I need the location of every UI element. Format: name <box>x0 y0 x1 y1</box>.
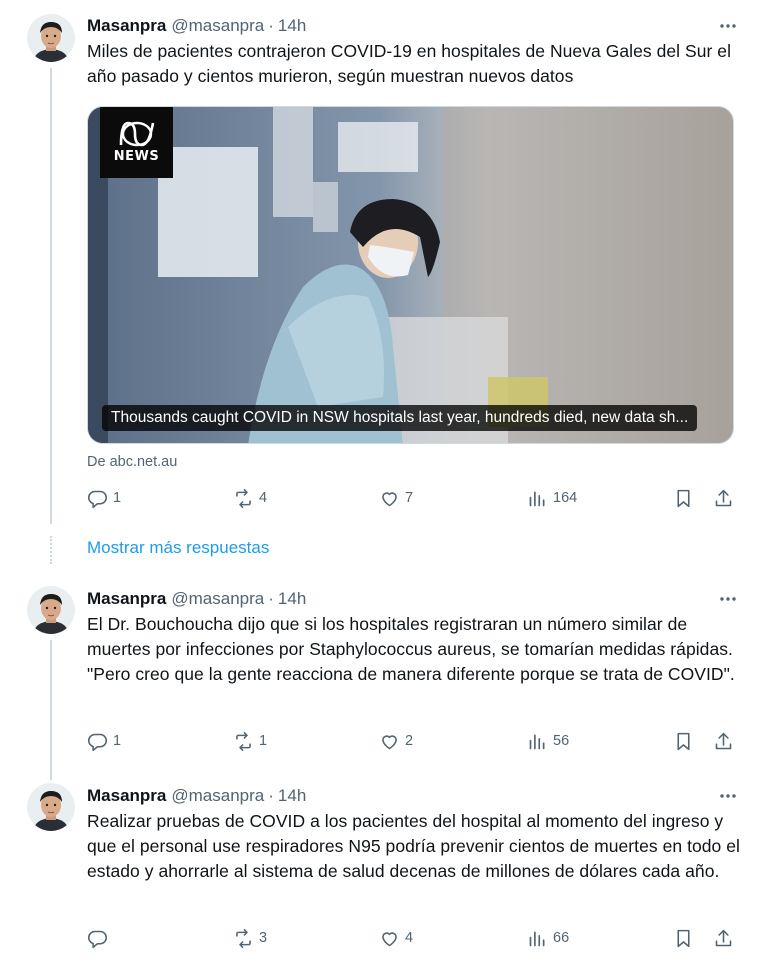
like-count: 4 <box>405 930 414 946</box>
tweet-actions: 1 4 7 164 <box>87 486 734 510</box>
repost-icon <box>236 928 251 948</box>
views-button[interactable]: 66 <box>527 926 569 950</box>
like-button[interactable]: 2 <box>379 729 413 753</box>
tweet-actions: 1 1 2 56 <box>87 729 734 753</box>
like-icon <box>382 491 397 506</box>
thread-dotted-line <box>50 536 52 564</box>
reply-icon <box>87 733 108 751</box>
repost-icon <box>236 488 251 508</box>
views-icon <box>529 931 545 946</box>
share-button[interactable] <box>713 926 734 950</box>
tweet-actions: 3 4 66 <box>87 926 734 950</box>
author-handle[interactable]: @masanpra <box>171 589 264 609</box>
bookmark-icon <box>677 929 690 947</box>
share-button[interactable] <box>713 486 734 510</box>
show-more-replies-link[interactable]: Mostrar más respuestas <box>87 538 269 558</box>
separator-dot: · <box>268 16 274 35</box>
like-count: 2 <box>405 733 414 749</box>
repost-icon <box>236 731 251 751</box>
bookmark-icon <box>677 732 690 750</box>
repost-button[interactable]: 3 <box>233 926 267 950</box>
timestamp[interactable]: 14h <box>278 786 306 806</box>
reply-button[interactable]: 1 <box>87 486 121 510</box>
card-source[interactable]: De abc.net.au <box>87 454 177 470</box>
tweet-text: Miles de pacientes contrajeron COVID-19 … <box>87 41 732 86</box>
repost-count: 4 <box>259 490 268 506</box>
share-button[interactable] <box>713 729 734 753</box>
author-handle[interactable]: @masanpra <box>171 16 264 36</box>
separator-dot: · <box>268 786 274 805</box>
avatar[interactable] <box>27 586 75 634</box>
like-button[interactable]: 7 <box>379 486 413 510</box>
author-name[interactable]: Masanpra <box>87 16 166 36</box>
author-name[interactable]: Masanpra <box>87 589 166 609</box>
repost-button[interactable]: 4 <box>233 486 267 510</box>
avatar[interactable] <box>27 783 75 831</box>
views-count: 56 <box>553 733 570 749</box>
tweet[interactable]: Masanpra @masanpra · 14h Miles de pacien… <box>0 0 764 530</box>
more-icon[interactable] <box>716 587 740 611</box>
views-icon <box>529 734 545 749</box>
like-icon <box>382 734 397 749</box>
more-icon[interactable] <box>716 784 740 808</box>
repost-count: 1 <box>259 733 268 749</box>
repost-button[interactable]: 1 <box>233 729 267 753</box>
abc-logo-text: NEWS <box>113 149 160 164</box>
views-count: 66 <box>553 930 570 946</box>
author-name[interactable]: Masanpra <box>87 786 166 806</box>
reply-count: 1 <box>113 490 122 506</box>
reply-button[interactable] <box>87 926 113 950</box>
views-button[interactable]: 164 <box>527 486 577 510</box>
more-icon[interactable] <box>716 14 740 38</box>
share-icon <box>715 489 732 506</box>
separator-dot: · <box>268 589 274 608</box>
share-icon <box>715 732 732 749</box>
avatar[interactable] <box>27 14 75 62</box>
reply-icon <box>87 930 108 948</box>
timestamp[interactable]: 14h <box>278 589 306 609</box>
abc-logo-icon: NEWS <box>100 107 173 178</box>
bookmark-button[interactable] <box>673 926 694 950</box>
repost-count: 3 <box>259 930 268 946</box>
bookmark-button[interactable] <box>673 486 694 510</box>
tweet[interactable]: Masanpra @masanpra · 14h Realizar prueba… <box>0 777 764 962</box>
like-icon <box>382 931 397 946</box>
bookmark-button[interactable] <box>673 729 694 753</box>
share-icon <box>715 929 732 946</box>
views-count: 164 <box>553 490 578 506</box>
views-button[interactable]: 56 <box>527 729 569 753</box>
tweet-text: El Dr. Bouchoucha dijo que si los hospit… <box>87 614 735 684</box>
author-handle[interactable]: @masanpra <box>171 786 264 806</box>
reply-count: 1 <box>113 733 122 749</box>
views-icon <box>529 491 545 506</box>
timestamp[interactable]: 14h <box>278 16 306 36</box>
tweet[interactable]: Masanpra @masanpra · 14h El Dr. Bouchouc… <box>0 580 764 770</box>
tweet-text: Realizar pruebas de COVID a los paciente… <box>87 811 740 881</box>
card-image <box>88 107 733 443</box>
link-card[interactable]: NEWS Thousands caught COVID in NSW hospi… <box>87 106 734 444</box>
reply-button[interactable]: 1 <box>87 729 121 753</box>
like-count: 7 <box>405 490 414 506</box>
like-button[interactable]: 4 <box>379 926 413 950</box>
bookmark-icon <box>677 489 690 507</box>
card-title[interactable]: Thousands caught COVID in NSW hospitals … <box>102 405 698 431</box>
reply-icon <box>87 490 108 508</box>
